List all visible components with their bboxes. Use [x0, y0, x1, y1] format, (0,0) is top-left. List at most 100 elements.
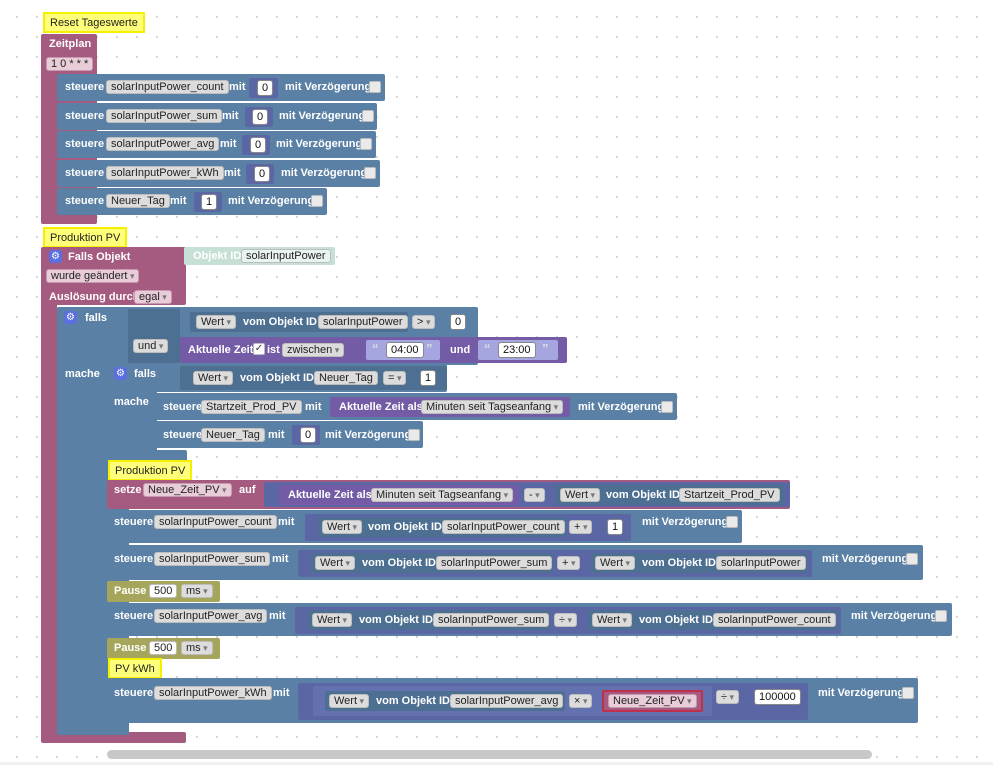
steuere-label: steuere	[65, 195, 105, 207]
operator-dropdown[interactable]: >	[412, 315, 436, 329]
value-input[interactable]: 100000	[754, 689, 801, 705]
value-input[interactable]: 0	[254, 166, 271, 182]
delay-checkbox[interactable]	[364, 167, 376, 179]
egal-dropdown[interactable]: egal	[134, 290, 172, 304]
object-id-value[interactable]: solarInputPower_avg	[450, 694, 564, 708]
wert-dropdown[interactable]: Wert	[322, 520, 363, 534]
object-id-value[interactable]: solarInputPower_sum	[433, 613, 550, 627]
delay-checkbox[interactable]	[408, 429, 420, 441]
delay-checkbox[interactable]	[311, 195, 323, 207]
wert-dropdown[interactable]: Wert	[312, 613, 353, 627]
delay-checkbox[interactable]	[369, 81, 381, 93]
checkbox-checked[interactable]: ✓	[253, 343, 265, 355]
value-input[interactable]: 0	[300, 427, 317, 443]
var-dropdown[interactable]: solarInputPower_sum	[154, 552, 271, 566]
delay-checkbox[interactable]	[902, 687, 914, 699]
value-input[interactable]: 1	[607, 519, 624, 535]
steuere-label: steuere	[65, 138, 105, 150]
delay-checkbox[interactable]	[661, 401, 673, 413]
gear-icon[interactable]: ⚙	[49, 250, 62, 263]
horizontal-scrollbar[interactable]	[107, 750, 872, 759]
schedule-label: Zeitplan	[49, 38, 92, 50]
delay-label: mit Verzögerung	[279, 110, 366, 122]
var-dropdown[interactable]: solarInputPower_count	[106, 80, 229, 94]
unit-dropdown[interactable]: ms	[181, 584, 213, 598]
pause-duration-input[interactable]: 500	[149, 584, 178, 598]
object-id-value[interactable]: Startzeit_Prod_PV	[679, 488, 780, 502]
delay-checkbox[interactable]	[935, 610, 947, 622]
delay-checkbox[interactable]	[906, 553, 918, 565]
zwischen-dropdown[interactable]: zwischen	[282, 343, 345, 357]
comment-produktion-pv[interactable]: Produktion PV	[43, 227, 128, 248]
var-dropdown[interactable]: solarInputPower_sum	[106, 109, 223, 123]
value-input[interactable]: 1	[201, 194, 218, 210]
value-input[interactable]: 0	[250, 137, 267, 153]
operator-dropdown[interactable]: ÷	[554, 613, 578, 627]
object-id-value[interactable]: solarInputPower	[716, 556, 806, 570]
object-id-value[interactable]: solarInputPower_count	[713, 613, 836, 627]
object-id-value[interactable]: solarInputPower	[318, 315, 408, 329]
value-input[interactable]: 0	[450, 314, 467, 330]
object-id-value[interactable]: solarInputPower	[241, 249, 331, 263]
wert-dropdown[interactable]: Wert	[196, 315, 237, 329]
cron-field[interactable]: 1 0 * * *	[46, 57, 94, 71]
object-id-label: Objekt ID	[193, 250, 242, 262]
format-dropdown[interactable]: Minuten seit Tagseanfang	[421, 400, 564, 414]
operator-dropdown[interactable]: ÷	[716, 690, 740, 704]
aktuelle-zeit-als-label: Aktuelle Zeit als	[288, 489, 372, 501]
wert-dropdown[interactable]: Wert	[560, 488, 601, 502]
mit-label: mit	[170, 195, 187, 207]
value-input[interactable]: 0	[257, 80, 274, 96]
vom-objekt-label: vom Objekt ID	[376, 695, 450, 707]
auf-label: auf	[239, 484, 256, 496]
wert-dropdown[interactable]: Wert	[592, 613, 633, 627]
delay-label: mit Verzögerung	[851, 610, 938, 622]
logic-and-block[interactable]	[128, 309, 180, 363]
value-input[interactable]: 0	[252, 109, 269, 125]
var-ref-dropdown[interactable]: Neue_Zeit_PV	[608, 694, 697, 708]
operator-dropdown[interactable]: ×	[569, 694, 593, 708]
var-dropdown[interactable]: solarInputPower_count	[154, 515, 277, 529]
format-dropdown[interactable]: Minuten seit Tagseanfang	[371, 488, 514, 502]
operator-dropdown[interactable]: -	[524, 488, 545, 502]
wert-dropdown[interactable]: Wert	[595, 556, 636, 570]
operator-dropdown[interactable]: +	[569, 520, 593, 534]
wert-dropdown[interactable]: Wert	[315, 556, 356, 570]
object-id-value[interactable]: Neuer_Tag	[314, 371, 378, 385]
var-dropdown[interactable]: Startzeit_Prod_PV	[201, 400, 302, 414]
var-dropdown[interactable]: solarInputPower_kWh	[154, 686, 272, 700]
delay-checkbox[interactable]	[726, 516, 738, 528]
var-dropdown[interactable]: solarInputPower_avg	[106, 137, 220, 151]
wert-dropdown[interactable]: Wert	[329, 694, 370, 708]
time-from-input[interactable]: 04:00	[386, 342, 424, 358]
var-dropdown[interactable]: Neuer_Tag	[201, 428, 265, 442]
delay-checkbox[interactable]	[360, 138, 372, 150]
var-dropdown[interactable]: Neue_Zeit_PV	[143, 483, 232, 497]
object-id-value[interactable]: solarInputPower_sum	[436, 556, 553, 570]
gear-icon[interactable]: ⚙	[114, 367, 127, 380]
operator-dropdown[interactable]: +	[557, 556, 581, 570]
comment-reset-tageswerte[interactable]: Reset Tageswerte	[43, 12, 145, 33]
value-input[interactable]: 1	[420, 370, 437, 386]
vom-objekt-label: vom Objekt ID	[606, 489, 680, 501]
wert-dropdown[interactable]: Wert	[193, 371, 234, 385]
pause-duration-input[interactable]: 500	[149, 641, 178, 655]
var-dropdown[interactable]: solarInputPower_avg	[154, 609, 268, 623]
unit-dropdown[interactable]: ms	[181, 641, 213, 655]
quote-close-icon: ”	[542, 341, 549, 356]
steuere-label: steuere	[163, 429, 203, 441]
time-to-input[interactable]: 23:00	[498, 342, 536, 358]
and-dropdown[interactable]: und	[133, 339, 169, 353]
comment-pv-kwh[interactable]: PV kWh	[108, 658, 162, 679]
if-block-outer-foot	[57, 723, 129, 733]
object-id-value[interactable]: solarInputPower_count	[442, 520, 565, 534]
gear-icon[interactable]: ⚙	[64, 311, 77, 324]
mit-label: mit	[222, 110, 239, 122]
var-dropdown[interactable]: solarInputPower_kWh	[106, 166, 224, 180]
comment-produktion-pv-2[interactable]: Produktion PV	[108, 460, 193, 481]
delay-checkbox[interactable]	[362, 110, 374, 122]
steuere-label: steuere	[114, 610, 154, 622]
operator-dropdown[interactable]: =	[383, 371, 407, 385]
changed-dropdown[interactable]: wurde geändert	[46, 269, 140, 283]
var-dropdown[interactable]: Neuer_Tag	[106, 194, 170, 208]
